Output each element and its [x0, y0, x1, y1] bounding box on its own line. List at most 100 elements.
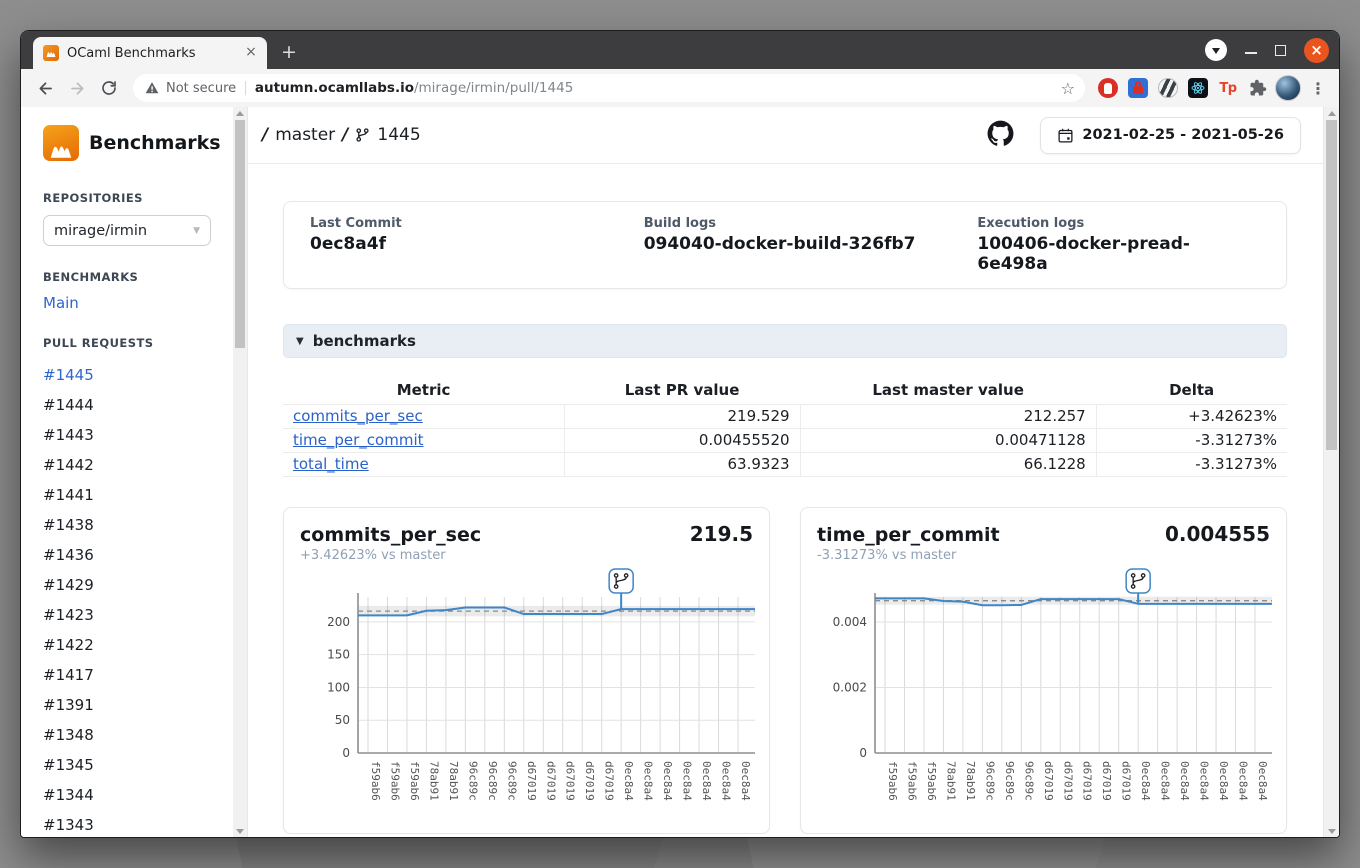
sidebar-item-pr-1344[interactable]: #1344	[43, 780, 233, 810]
adblock-extension-icon[interactable]	[1095, 75, 1121, 101]
col-last-pr-value: Last PR value	[564, 377, 800, 405]
url-text[interactable]: autumn.ocamllabs.io/mirage/irmin/pull/14…	[255, 80, 1054, 96]
address-bar[interactable]: Not secure | autumn.ocamllabs.io/mirage/…	[133, 74, 1085, 102]
table-row: total_time63.932366.1228-3.31273%	[283, 453, 1287, 477]
pull-request-list: #1445#1444#1443#1442#1441#1438#1436#1429…	[43, 360, 233, 837]
scroll-up-arrow[interactable]	[1324, 107, 1339, 119]
sidebar-scrollbar-thumb[interactable]	[235, 120, 245, 348]
breadcrumb: / master / 1445	[262, 125, 421, 145]
sidebar-item-pr-1391[interactable]: #1391	[43, 690, 233, 720]
scroll-down-arrow[interactable]	[233, 825, 247, 837]
x-tick-label: 96c89c	[1022, 761, 1035, 801]
forward-icon[interactable]	[63, 74, 91, 102]
breadcrumb-pr-number[interactable]: 1445	[377, 125, 420, 145]
sidebar-item-pr-1417[interactable]: #1417	[43, 660, 233, 690]
tab-search-icon[interactable]	[1205, 39, 1227, 61]
x-tick-label: f59ab6	[369, 761, 382, 801]
sidebar-item-pr-1345[interactable]: #1345	[43, 750, 233, 780]
browser-menu-icon[interactable]: ⋮	[1305, 75, 1331, 101]
sidebar-scrollbar[interactable]	[233, 107, 248, 837]
tampermonkey-tp-extension-icon[interactable]: Tp	[1215, 75, 1241, 101]
sidebar-item-pr-1441[interactable]: #1441	[43, 480, 233, 510]
chart-current-value: 0.004555	[1165, 522, 1270, 546]
git-branch-icon	[355, 127, 370, 143]
github-icon[interactable]	[987, 120, 1014, 151]
last-commit-value: 0ec8a4f	[310, 234, 644, 254]
delta-value: -3.31273%	[1096, 429, 1287, 453]
x-tick-label: 96c89c	[466, 761, 479, 801]
sidebar-item-pr-1429[interactable]: #1429	[43, 570, 233, 600]
back-icon[interactable]	[31, 74, 59, 102]
line-chart[interactable]: 050100150200f59ab6f59ab6f59ab678ab9178ab…	[300, 567, 755, 823]
x-tick-label: d67019	[564, 761, 577, 801]
x-tick-label: 96c89c	[505, 761, 518, 801]
x-tick-label: 0ec8a4	[1256, 761, 1269, 801]
privacy-badger-extension-icon[interactable]	[1155, 75, 1181, 101]
sidebar-item-main[interactable]: Main	[43, 294, 233, 312]
line-chart[interactable]: 00.0020.004f59ab6f59ab6f59ab678ab9178ab9…	[817, 567, 1272, 823]
accordion-label: benchmarks	[313, 332, 416, 350]
scroll-down-arrow[interactable]	[1324, 825, 1339, 837]
chart-title: time_per_commit	[817, 524, 1000, 546]
sidebar-item-pr-1445[interactable]: #1445	[43, 360, 233, 390]
reload-icon[interactable]	[95, 74, 123, 102]
pr-value: 219.529	[564, 405, 800, 429]
maximize-button[interactable]	[1275, 45, 1286, 56]
date-range-value: 2021-02-25 - 2021-05-26	[1082, 127, 1284, 143]
window-close-button[interactable]: ×	[1304, 38, 1329, 63]
x-tick-label: 78ab91	[964, 761, 977, 801]
execution-logs-value[interactable]: 100406-docker-pread-6e498a	[977, 234, 1260, 274]
x-tick-label: f59ab6	[388, 761, 401, 801]
y-tick-label: 0	[859, 746, 867, 760]
sidebar-item-pr-1423[interactable]: #1423	[43, 600, 233, 630]
tab-title: OCaml Benchmarks	[67, 46, 235, 61]
extensions-puzzle-icon[interactable]	[1245, 75, 1271, 101]
browser-window: OCaml Benchmarks × + × Not secure | autu…	[20, 30, 1340, 838]
sidebar-item-pr-1422[interactable]: #1422	[43, 630, 233, 660]
password-lock-extension-icon[interactable]	[1125, 75, 1151, 101]
sidebar-item-pr-1444[interactable]: #1444	[43, 390, 233, 420]
sidebar-item-pr-1436[interactable]: #1436	[43, 540, 233, 570]
sidebar-item-pr-1443[interactable]: #1443	[43, 420, 233, 450]
benchmarks-accordion[interactable]: ▼ benchmarks	[283, 324, 1287, 358]
page-content: Last Commit 0ec8a4f Build logs 094040-do…	[248, 164, 1323, 834]
scroll-up-arrow[interactable]	[233, 107, 247, 119]
tab-close-icon[interactable]: ×	[243, 45, 259, 61]
x-tick-label: 0ec8a4	[720, 761, 733, 801]
x-tick-label: 0ec8a4	[739, 761, 752, 801]
x-tick-label: 0ec8a4	[1139, 761, 1152, 801]
page-scrollbar-thumb[interactable]	[1326, 120, 1337, 450]
sidebar-item-pr-1343[interactable]: #1343	[43, 810, 233, 837]
repository-select[interactable]: mirage/irmin ▼	[43, 215, 211, 246]
x-tick-label: 0ec8a4	[700, 761, 713, 801]
browser-titlebar: OCaml Benchmarks × + ×	[21, 31, 1339, 69]
bookmark-star-icon[interactable]: ☆	[1061, 79, 1075, 98]
profile-avatar[interactable]	[1275, 75, 1301, 101]
y-tick-label: 200	[327, 615, 350, 629]
url-separator: |	[243, 80, 248, 96]
sidebar-item-pr-1438[interactable]: #1438	[43, 510, 233, 540]
breadcrumb-branch[interactable]: master	[275, 125, 335, 145]
build-logs-value[interactable]: 094040-docker-build-326fb7	[644, 234, 978, 254]
sidebar-item-pr-1442[interactable]: #1442	[43, 450, 233, 480]
chart-subtitle: +3.42623% vs master	[300, 548, 753, 563]
page-header: / master / 1445 2021-02-25 - 2021-05-26	[248, 107, 1323, 164]
calendar-icon	[1057, 127, 1074, 144]
ocaml-favicon	[43, 45, 59, 61]
new-tab-button[interactable]: +	[277, 41, 301, 63]
sidebar-item-pr-1348[interactable]: #1348	[43, 720, 233, 750]
metric-link-time_per_commit[interactable]: time_per_commit	[293, 431, 424, 449]
x-tick-label: 96c89c	[486, 761, 499, 801]
react-devtools-extension-icon[interactable]	[1185, 75, 1211, 101]
metric-link-commits_per_sec[interactable]: commits_per_sec	[293, 407, 423, 425]
y-tick-label: 0.004	[833, 615, 867, 629]
minimize-button[interactable]	[1245, 52, 1257, 54]
page-scrollbar[interactable]	[1323, 107, 1339, 837]
col-metric: Metric	[283, 377, 564, 405]
security-label[interactable]: Not secure	[166, 81, 236, 96]
app-brand[interactable]: Benchmarks	[43, 125, 233, 161]
delta-value: -3.31273%	[1096, 453, 1287, 477]
browser-tab[interactable]: OCaml Benchmarks ×	[33, 37, 267, 69]
metric-link-total_time[interactable]: total_time	[293, 455, 369, 473]
date-range-picker[interactable]: 2021-02-25 - 2021-05-26	[1040, 117, 1301, 154]
